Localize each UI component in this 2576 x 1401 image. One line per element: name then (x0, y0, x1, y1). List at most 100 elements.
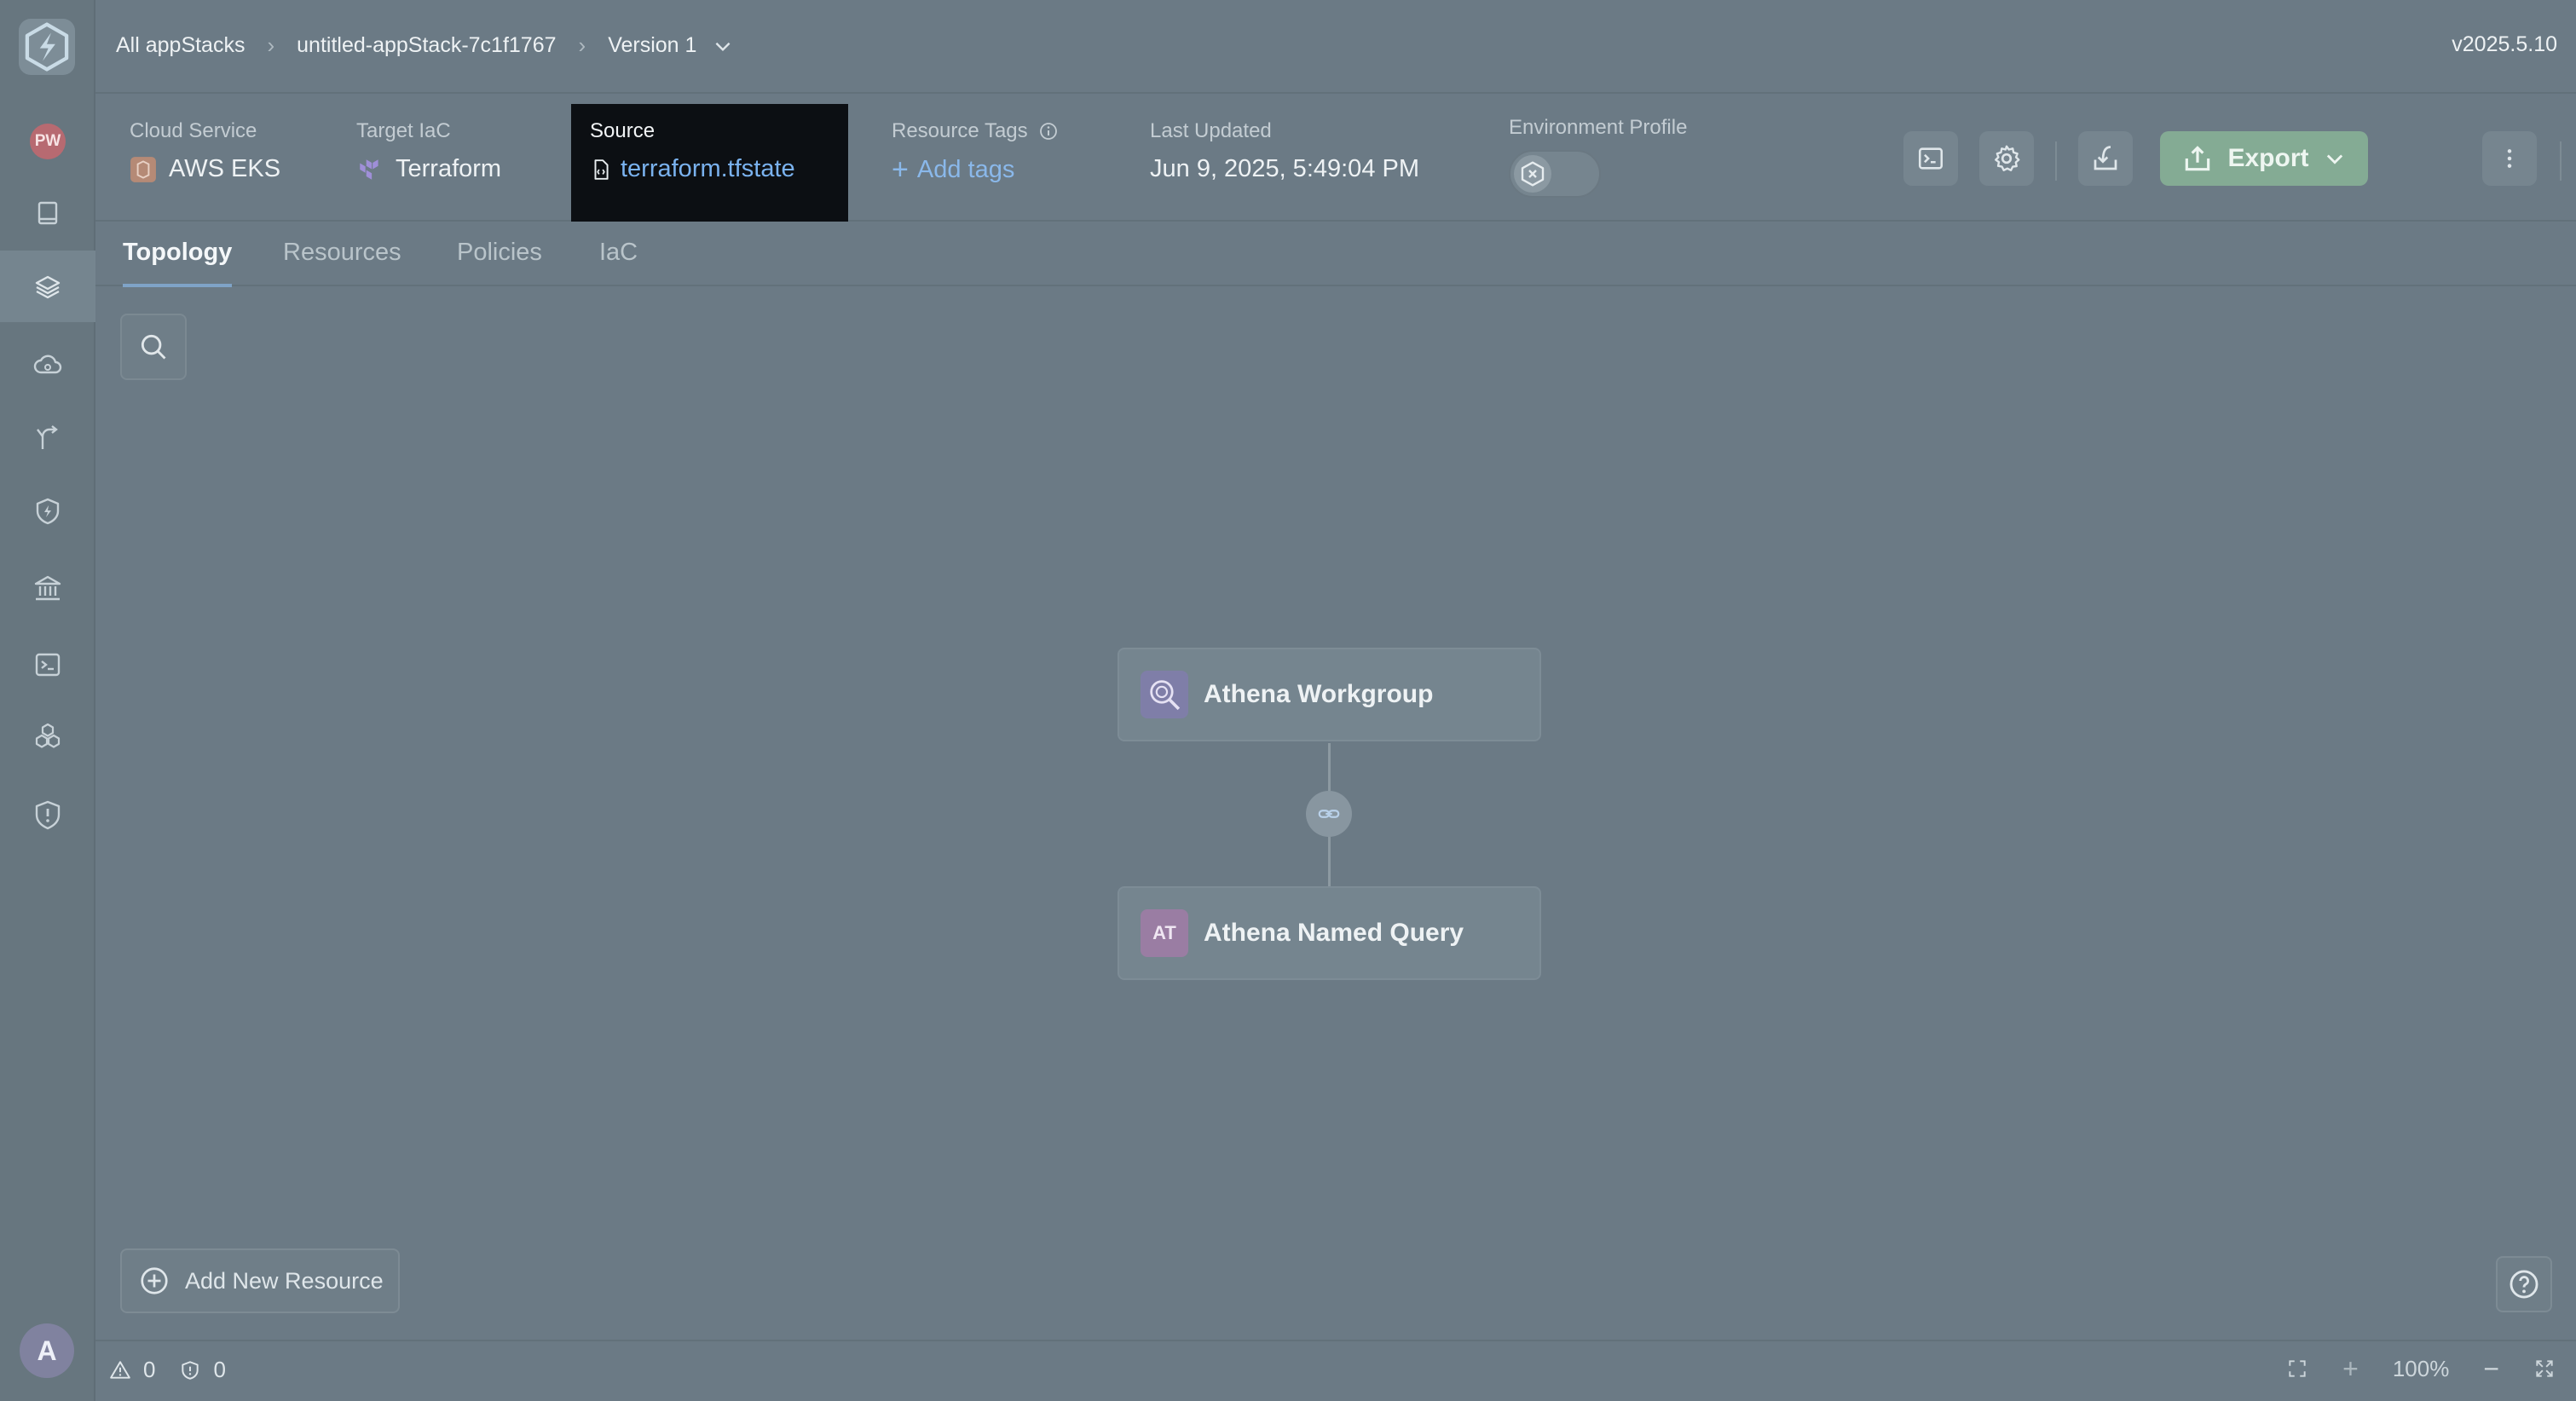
sidebar-item-workspace[interactable]: PW (0, 106, 95, 177)
variable-hexagon-icon (1521, 161, 1545, 187)
resource-tags-label-row: Resource Tags (892, 119, 1059, 143)
shield-alert-icon (35, 800, 61, 830)
import-icon (2094, 146, 2117, 170)
breadcrumb-appstack[interactable]: untitled-appStack-7c1f1767 (297, 33, 556, 58)
cloud-service-selector[interactable]: AWS EKS (130, 155, 280, 183)
target-iac-value: Terraform (396, 155, 502, 182)
sidebar-item-appstacks[interactable] (0, 251, 95, 322)
warning-icon[interactable] (109, 1359, 131, 1381)
topology-node-athena-named-query[interactable]: AT Athena Named Query (1118, 886, 1541, 980)
stack-info-bar: Cloud Service AWS EKS Target IaC Terrafo… (95, 94, 2576, 222)
toolbar-divider (2560, 141, 2562, 181)
layers-icon (35, 275, 61, 299)
link-icon (1318, 810, 1340, 818)
tab-policies[interactable]: Policies (457, 239, 542, 284)
cloud-service-value: AWS EKS (169, 155, 281, 182)
add-tags-button[interactable]: + Add tags (892, 155, 1059, 184)
sidebar-item-cloud[interactable] (0, 329, 95, 401)
breadcrumb-all-appstacks[interactable]: All appStacks (116, 33, 245, 58)
chevron-down-icon (716, 42, 731, 51)
magnifier-icon (1141, 671, 1188, 718)
status-bar: 0 0 + 100% − (95, 1340, 2576, 1401)
sidebar-item-modules[interactable] (0, 700, 95, 772)
upload-icon (2186, 146, 2210, 171)
tab-iac[interactable]: IaC (599, 239, 638, 284)
fit-view-icon[interactable] (2286, 1358, 2308, 1380)
gear-icon (1995, 145, 2020, 171)
toggle-knob (1514, 155, 1551, 193)
zoom-level: 100% (2392, 1355, 2450, 1381)
zoom-out-icon[interactable]: − (2483, 1355, 2499, 1382)
sidebar-item-terminal[interactable] (0, 629, 95, 700)
terminal-button[interactable] (1903, 131, 1958, 186)
source-file-name: terraform.tfstate (621, 155, 795, 182)
last-updated-label: Last Updated (1150, 119, 1272, 142)
topology-node-athena-workgroup[interactable]: Athena Workgroup (1118, 648, 1541, 741)
sidebar-item-catalog[interactable] (0, 177, 95, 249)
user-avatar[interactable]: A (20, 1323, 74, 1378)
more-options-button[interactable] (2482, 131, 2537, 186)
add-new-resource-label: Add New Resource (185, 1267, 384, 1294)
sidebar-item-security[interactable] (0, 779, 95, 850)
version-label: Version 1 (608, 33, 697, 57)
logo-icon (25, 22, 69, 72)
environment-profile-toggle[interactable] (1509, 150, 1601, 198)
search-icon (141, 334, 166, 360)
target-iac-selector[interactable]: Terraform (356, 155, 501, 183)
plus-icon: + (892, 153, 909, 186)
edge-link-button[interactable] (1306, 791, 1352, 837)
target-iac-block: Target IaC Terraform (356, 119, 501, 183)
source-label: Source (590, 119, 656, 142)
shield-bolt-icon (36, 498, 60, 525)
toolbar-divider (2055, 141, 2057, 181)
info-icon[interactable] (1038, 121, 1059, 141)
tab-resources[interactable]: Resources (283, 239, 401, 284)
export-button[interactable]: Export (2160, 131, 2368, 186)
cloud-service-label: Cloud Service (130, 119, 257, 142)
source-file-link[interactable]: terraform.tfstate (590, 155, 829, 183)
sidebar-item-policies[interactable] (0, 476, 95, 547)
resource-tags-label: Resource Tags (892, 119, 1028, 142)
app-logo[interactable] (19, 19, 75, 75)
zoom-controls: + 100% − (2286, 1355, 2556, 1382)
help-button[interactable] (2496, 1256, 2552, 1312)
resource-tags-block: Resource Tags + Add tags (892, 119, 1059, 184)
file-code-icon (594, 159, 609, 180)
node-type-badge: AT (1141, 909, 1188, 957)
version-dropdown[interactable]: Version 1 (608, 33, 734, 58)
sidebar: PW A (0, 0, 95, 1401)
breadcrumb: All appStacks › untitled-appStack-7c1f17… (116, 32, 734, 59)
sidebar-item-governance[interactable] (0, 552, 95, 624)
tab-topology[interactable]: Topology (123, 239, 233, 287)
terminal-icon (1918, 147, 1944, 170)
sidebar-item-pipelines[interactable] (0, 402, 95, 474)
issue-counters: 0 0 (109, 1357, 226, 1383)
source-block: Source terraform.tfstate (571, 104, 848, 222)
fullscreen-icon[interactable] (2533, 1358, 2556, 1380)
terraform-icon (360, 159, 378, 180)
terminal-icon (35, 653, 61, 677)
help-circle-icon (2510, 1270, 2538, 1299)
error-count: 0 (213, 1357, 226, 1382)
environment-profile-label: Environment Profile (1509, 116, 1688, 139)
topology-edge (1328, 743, 1331, 791)
warning-count: 0 (143, 1357, 156, 1382)
chevron-right-icon: › (267, 32, 275, 58)
aws-eks-icon (130, 156, 156, 182)
chevron-down-icon (2326, 154, 2342, 164)
add-tags-label: Add tags (916, 155, 1015, 183)
canvas-search-button[interactable] (120, 314, 187, 380)
environment-profile-block: Environment Profile (1509, 116, 1687, 198)
cloud-service-block: Cloud Service AWS EKS (130, 119, 280, 183)
settings-button[interactable] (1979, 131, 2034, 186)
target-iac-label: Target IaC (356, 119, 451, 142)
import-button[interactable] (2078, 131, 2133, 186)
app-version: v2025.5.10 (2452, 32, 2557, 56)
top-bar: All appStacks › untitled-appStack-7c1f17… (95, 0, 2576, 94)
view-tabs: Topology Resources Policies IaC (95, 222, 2576, 287)
plus-circle-icon (141, 1267, 168, 1294)
add-new-resource-button[interactable]: Add New Resource (120, 1248, 400, 1313)
zoom-in-icon[interactable]: + (2342, 1355, 2359, 1382)
bank-icon (34, 575, 61, 601)
shield-check-icon[interactable] (179, 1359, 201, 1381)
